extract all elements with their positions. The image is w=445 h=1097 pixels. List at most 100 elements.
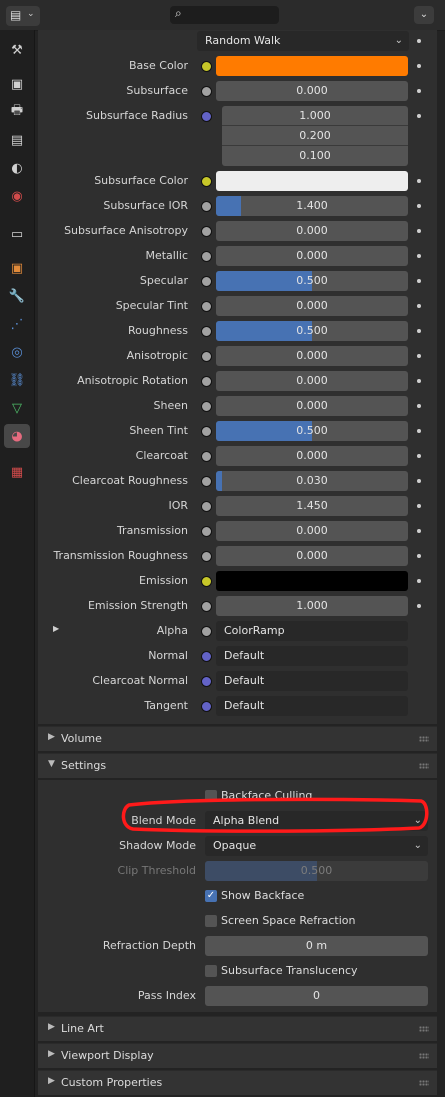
sheen-socket[interactable] xyxy=(201,401,212,412)
options-dropdown[interactable]: ⌄ xyxy=(414,6,434,24)
drag-handle-icon[interactable] xyxy=(419,1026,429,1032)
anisotropic-socket[interactable] xyxy=(201,351,212,362)
subsurface-radius-component[interactable]: 0.100 xyxy=(222,146,408,166)
drag-handle-icon[interactable] xyxy=(419,763,429,769)
anisotropic-field[interactable]: 0.000 xyxy=(216,346,408,366)
material-icon[interactable]: ◕ xyxy=(4,424,30,448)
keyframe-dot[interactable] xyxy=(417,579,421,583)
keyframe-dot[interactable] xyxy=(417,114,421,118)
editor-type-button[interactable]: ▤ ⌄ xyxy=(6,6,40,26)
ior-field[interactable]: 1.450 xyxy=(216,496,408,516)
shadow-mode-dropdown[interactable]: Opaque ⌄ xyxy=(205,836,428,856)
subsurface-ior-socket[interactable] xyxy=(201,201,212,212)
keyframe-dot[interactable] xyxy=(417,379,421,383)
keyframe-dot[interactable] xyxy=(417,479,421,483)
emission-color-swatch[interactable] xyxy=(216,571,408,591)
output-icon[interactable]: 🖶 xyxy=(4,100,30,124)
transmission-field[interactable]: 0.000 xyxy=(216,521,408,541)
line-art-section-header[interactable]: ▶ Line Art xyxy=(38,1016,437,1041)
keyframe-dot[interactable] xyxy=(417,504,421,508)
scene-icon[interactable]: ◐ xyxy=(4,156,30,180)
drag-handle-icon[interactable] xyxy=(419,1053,429,1059)
clearcoat-roughness-socket[interactable] xyxy=(201,476,212,487)
refraction-depth-field[interactable]: 0 m xyxy=(205,936,428,956)
transmission-roughness-field[interactable]: 0.000 xyxy=(216,546,408,566)
render-icon[interactable]: ▣ xyxy=(4,72,30,96)
data-icon[interactable]: ▽ xyxy=(4,396,30,420)
subsurface-radius-component[interactable]: 1.000 xyxy=(222,106,408,126)
keyframe-dot[interactable] xyxy=(417,39,421,43)
volume-section-header[interactable]: ▶ Volume xyxy=(38,726,437,751)
roughness-socket[interactable] xyxy=(201,326,212,337)
specular-tint-socket[interactable] xyxy=(201,301,212,312)
clearcoat-field[interactable]: 0.000 xyxy=(216,446,408,466)
tool-icon[interactable]: ⚒ xyxy=(4,38,30,62)
keyframe-dot[interactable] xyxy=(417,554,421,558)
object-icon[interactable]: ▣ xyxy=(4,256,30,280)
keyframe-dot[interactable] xyxy=(417,429,421,433)
subsurface-anisotropy-field[interactable]: 0.000 xyxy=(216,221,408,241)
keyframe-dot[interactable] xyxy=(417,229,421,233)
ior-socket[interactable] xyxy=(201,501,212,512)
alpha-socket[interactable] xyxy=(201,626,212,637)
keyframe-dot[interactable] xyxy=(417,179,421,183)
subsurface-radius-socket[interactable] xyxy=(201,111,212,122)
keyframe-dot[interactable] xyxy=(417,204,421,208)
keyframe-dot[interactable] xyxy=(417,329,421,333)
anisotropic-rotation-field[interactable]: 0.000 xyxy=(216,371,408,391)
keyframe-dot[interactable] xyxy=(417,604,421,608)
keyframe-dot[interactable] xyxy=(417,454,421,458)
keyframe-dot[interactable] xyxy=(417,404,421,408)
specular-socket[interactable] xyxy=(201,276,212,287)
specular-field[interactable]: 0.500 xyxy=(216,271,408,291)
emission-socket[interactable] xyxy=(201,576,212,587)
specular-tint-field[interactable]: 0.000 xyxy=(216,296,408,316)
drag-handle-icon[interactable] xyxy=(419,1080,429,1086)
physics-icon[interactable]: ◎ xyxy=(4,340,30,364)
keyframe-dot[interactable] xyxy=(417,64,421,68)
sheen-tint-socket[interactable] xyxy=(201,426,212,437)
normal-link-field[interactable]: Default xyxy=(216,646,408,666)
subsurface-ior-field[interactable]: 1.400 xyxy=(216,196,408,216)
keyframe-dot[interactable] xyxy=(417,304,421,308)
search-input[interactable]: ⌕ xyxy=(170,6,279,24)
keyframe-dot[interactable] xyxy=(417,279,421,283)
screen-space-refraction-checkbox[interactable] xyxy=(205,915,217,927)
tangent-socket[interactable] xyxy=(201,701,212,712)
tangent-link-field[interactable]: Default xyxy=(216,696,408,716)
subsurface-socket[interactable] xyxy=(201,86,212,97)
metallic-socket[interactable] xyxy=(201,251,212,262)
viewport-display-section-header[interactable]: ▶ Viewport Display xyxy=(38,1043,437,1068)
transmission-socket[interactable] xyxy=(201,526,212,537)
particles-icon[interactable]: ⋰ xyxy=(4,312,30,336)
clearcoat-normal-link-field[interactable]: Default xyxy=(216,671,408,691)
transmission-roughness-socket[interactable] xyxy=(201,551,212,562)
world-icon[interactable]: ◉ xyxy=(4,184,30,208)
emission-strength-socket[interactable] xyxy=(201,601,212,612)
emission-strength-field[interactable]: 1.000 xyxy=(216,596,408,616)
normal-socket[interactable] xyxy=(201,651,212,662)
keyframe-dot[interactable] xyxy=(417,254,421,258)
collection-icon[interactable]: ▭ xyxy=(4,222,30,246)
keyframe-dot[interactable] xyxy=(417,89,421,93)
expand-arrow-icon[interactable]: ▶ xyxy=(53,624,59,633)
show-backface-checkbox[interactable]: ✓ xyxy=(205,890,217,902)
sheen-field[interactable]: 0.000 xyxy=(216,396,408,416)
custom-properties-section-header[interactable]: ▶ Custom Properties xyxy=(38,1070,437,1095)
subsurface-anisotropy-socket[interactable] xyxy=(201,226,212,237)
settings-section-header[interactable]: ▼ Settings xyxy=(38,753,437,778)
clearcoat-roughness-field[interactable]: 0.030 xyxy=(216,471,408,491)
roughness-field[interactable]: 0.500 xyxy=(216,321,408,341)
subsurface-color-socket[interactable] xyxy=(201,176,212,187)
base-color-socket[interactable] xyxy=(201,61,212,72)
base-color-color-swatch[interactable] xyxy=(216,56,408,76)
drag-handle-icon[interactable] xyxy=(419,736,429,742)
anisotropic-rotation-socket[interactable] xyxy=(201,376,212,387)
alpha-link-field[interactable]: ColorRamp xyxy=(216,621,408,641)
keyframe-dot[interactable] xyxy=(417,529,421,533)
subsurface-method-dropdown[interactable]: Random Walk ⌄ xyxy=(197,31,409,51)
subsurface-color-color-swatch[interactable] xyxy=(216,171,408,191)
sheen-tint-field[interactable]: 0.500 xyxy=(216,421,408,441)
pass-index-field[interactable]: 0 xyxy=(205,986,428,1006)
keyframe-dot[interactable] xyxy=(417,354,421,358)
